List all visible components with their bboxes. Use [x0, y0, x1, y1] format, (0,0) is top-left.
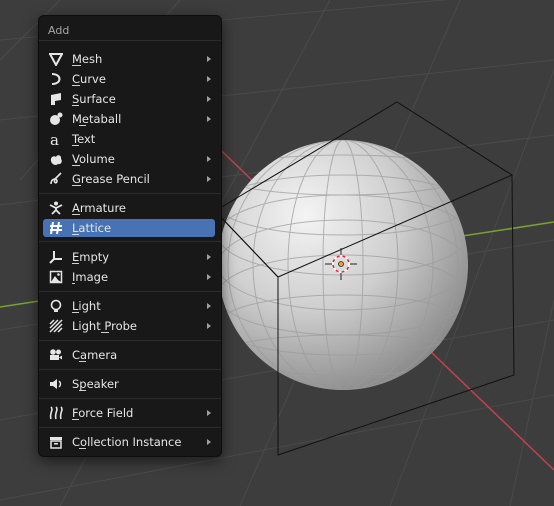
menu-separator [39, 40, 221, 41]
mnemonic-underline [72, 145, 79, 146]
volume-icon [49, 152, 63, 166]
menu-item-label: Text [72, 132, 96, 146]
menu-item-label: Image [72, 270, 109, 284]
mnemonic-underline [72, 419, 79, 420]
menu-separator [39, 369, 221, 370]
mnemonic-underline [72, 214, 80, 215]
menu-separator [39, 291, 221, 292]
submenu-arrow-icon [207, 254, 211, 260]
mnemonic-underline [72, 283, 75, 284]
menu-separator [39, 427, 221, 428]
menu-item-label: Light [72, 299, 101, 313]
menu-item-image[interactable]: Image [43, 268, 215, 286]
menu-item-volume[interactable]: Volume [43, 150, 215, 168]
menu-item-label: Volume [72, 152, 115, 166]
mnemonic-underline [72, 105, 79, 106]
text-icon: a [49, 132, 63, 146]
menu-item-label: Mesh [72, 52, 103, 66]
menu-item-label: Armature [72, 201, 126, 215]
mnemonic-underline [72, 165, 80, 166]
lattice-icon [49, 221, 63, 235]
menu-item-collection-instance[interactable]: Collection Instance [43, 433, 215, 451]
menu-item-force-field[interactable]: Force Field [43, 404, 215, 422]
menu-item-label: Light Probe [72, 319, 137, 333]
menu-separator [39, 241, 221, 242]
menu-item-grease-pencil[interactable]: Grease Pencil [43, 170, 215, 188]
submenu-arrow-icon [207, 76, 211, 82]
menu-separator [39, 398, 221, 399]
menu-item-mesh[interactable]: Mesh [43, 50, 215, 68]
mnemonic-underline [79, 448, 86, 449]
menu-item-metaball[interactable]: Metaball [43, 110, 215, 128]
menu-item-label: Lattice [72, 221, 112, 235]
add-menu: Add Mesh Curve Surface Metaball a Text V… [38, 15, 222, 457]
svg-text:a: a [50, 132, 59, 146]
menu-separator [39, 340, 221, 341]
mnemonic-underline [101, 332, 109, 333]
menu-item-text[interactable]: a Text [43, 130, 215, 148]
submenu-arrow-icon [207, 96, 211, 102]
submenu-arrow-icon [207, 323, 211, 329]
menu-item-label: Curve [72, 72, 106, 86]
menu-item-surface[interactable]: Surface [43, 90, 215, 108]
curve-icon [49, 72, 63, 86]
submenu-arrow-icon [207, 439, 211, 445]
metaball-icon [49, 112, 63, 126]
submenu-arrow-icon [207, 116, 211, 122]
menu-item-armature[interactable]: Armature [43, 199, 215, 217]
submenu-arrow-icon [207, 410, 211, 416]
menu-item-camera[interactable]: Camera [43, 346, 215, 364]
mnemonic-underline [72, 234, 79, 235]
menu-title: Add [48, 24, 70, 37]
menu-item-curve[interactable]: Curve [43, 70, 215, 88]
mnemonic-underline [72, 65, 81, 66]
menu-item-label: Force Field [72, 406, 134, 420]
menu-item-label: Metaball [72, 112, 122, 126]
submenu-arrow-icon [207, 303, 211, 309]
light-icon [49, 299, 63, 313]
submenu-arrow-icon [207, 56, 211, 62]
mnemonic-underline [72, 185, 81, 186]
menu-item-label: Surface [72, 92, 116, 106]
collection-instance-icon [49, 435, 63, 449]
menu-separator [39, 193, 221, 194]
mnemonic-underline [72, 85, 80, 86]
mnemonic-underline [79, 125, 86, 126]
light-probe-icon [49, 319, 63, 333]
menu-item-label: Empty [72, 250, 110, 264]
menu-item-empty[interactable]: Empty [43, 248, 215, 266]
mesh-icon [49, 52, 63, 66]
camera-icon [49, 348, 63, 362]
mnemonic-underline [79, 361, 86, 362]
menu-item-light-probe[interactable]: Light Probe [43, 317, 215, 335]
menu-item-lattice[interactable]: Lattice [43, 219, 215, 237]
mnemonic-underline [79, 390, 86, 391]
armature-icon [49, 201, 63, 215]
image-icon [49, 270, 63, 284]
mnemonic-underline [72, 312, 79, 313]
submenu-arrow-icon [207, 274, 211, 280]
menu-item-light[interactable]: Light [43, 297, 215, 315]
grease-pencil-icon [49, 172, 63, 186]
submenu-arrow-icon [207, 156, 211, 162]
menu-item-label: Grease Pencil [72, 172, 150, 186]
menu-item-label: Speaker [72, 377, 119, 391]
speaker-icon [49, 377, 63, 391]
force-field-icon [49, 406, 63, 420]
empty-icon [49, 250, 63, 264]
submenu-arrow-icon [207, 176, 211, 182]
surface-icon [49, 92, 63, 106]
menu-item-speaker[interactable]: Speaker [43, 375, 215, 393]
menu-item-label: Collection Instance [72, 435, 182, 449]
mnemonic-underline [72, 263, 79, 264]
menu-item-label: Camera [72, 348, 118, 362]
